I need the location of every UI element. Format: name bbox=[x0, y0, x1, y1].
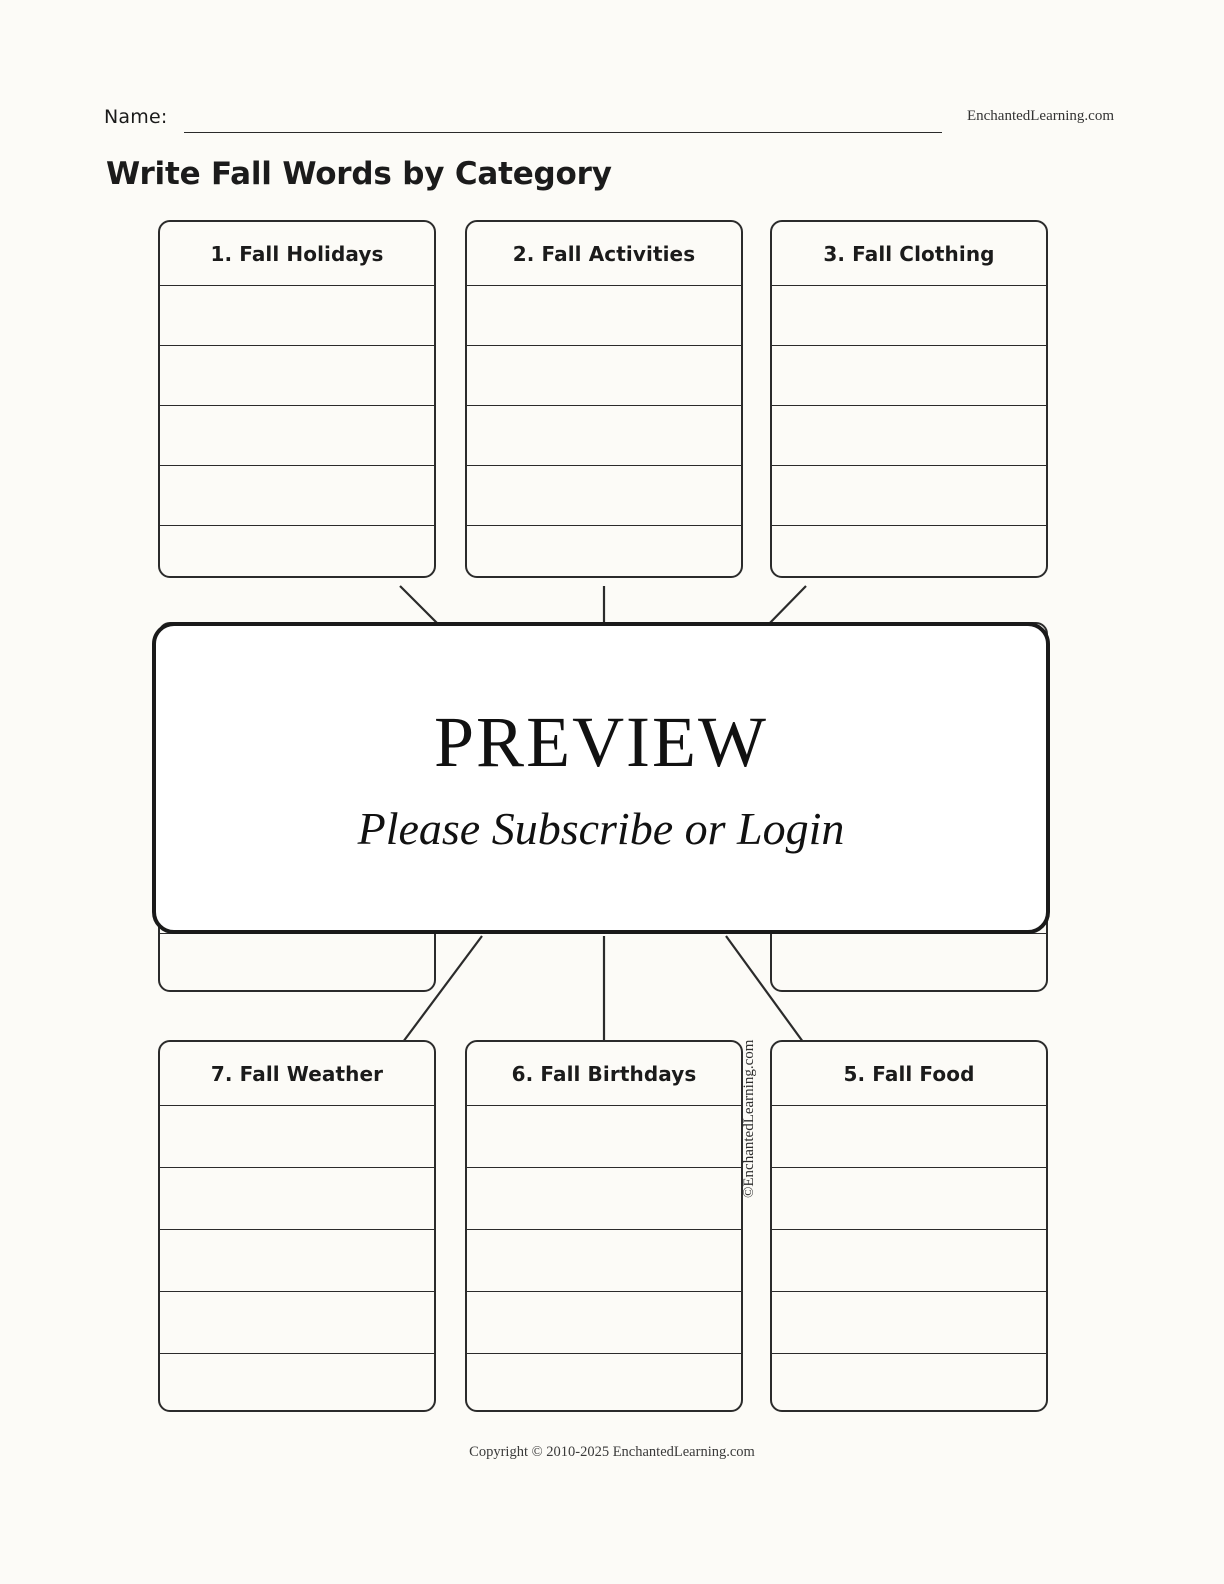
write-line[interactable] bbox=[772, 1168, 1046, 1230]
category-box-fall-birthdays: 6. Fall Birthdays bbox=[465, 1040, 743, 1412]
category-title-fall-clothing: 3. Fall Clothing bbox=[772, 222, 1046, 286]
category-title-fall-food: 5. Fall Food bbox=[772, 1042, 1046, 1106]
preview-subscribe-prompt[interactable]: Please Subscribe or Login bbox=[358, 802, 845, 855]
write-line[interactable] bbox=[772, 934, 1046, 990]
write-line[interactable] bbox=[772, 406, 1046, 466]
category-title-fall-activities: 2. Fall Activities bbox=[467, 222, 741, 286]
preview-title: PREVIEW bbox=[434, 702, 768, 782]
write-line[interactable] bbox=[467, 466, 741, 526]
write-line[interactable] bbox=[160, 286, 434, 346]
write-line[interactable] bbox=[772, 286, 1046, 346]
category-box-fall-activities: 2. Fall Activities bbox=[465, 220, 743, 578]
write-line[interactable] bbox=[772, 466, 1046, 526]
write-line[interactable] bbox=[467, 526, 741, 576]
write-line[interactable] bbox=[772, 1292, 1046, 1354]
write-line[interactable] bbox=[772, 1354, 1046, 1410]
write-line[interactable] bbox=[467, 346, 741, 406]
category-title-fall-birthdays: 6. Fall Birthdays bbox=[467, 1042, 741, 1106]
write-line[interactable] bbox=[772, 1106, 1046, 1168]
write-line[interactable] bbox=[160, 406, 434, 466]
write-line[interactable] bbox=[160, 1292, 434, 1354]
write-line[interactable] bbox=[160, 1168, 434, 1230]
write-line[interactable] bbox=[467, 286, 741, 346]
category-box-fall-clothing: 3. Fall Clothing bbox=[770, 220, 1048, 578]
write-line[interactable] bbox=[160, 934, 434, 990]
category-title-fall-holidays: 1. Fall Holidays bbox=[160, 222, 434, 286]
worksheet-page: Name: EnchantedLearning.com Write Fall W… bbox=[0, 0, 1224, 1584]
write-line[interactable] bbox=[467, 406, 741, 466]
category-box-fall-weather: 7. Fall Weather bbox=[158, 1040, 436, 1412]
write-line[interactable] bbox=[160, 1106, 434, 1168]
category-box-fall-holidays: 1. Fall Holidays bbox=[158, 220, 436, 578]
side-watermark: ©EnchantedLearning.com bbox=[741, 1039, 757, 1198]
write-line[interactable] bbox=[160, 1230, 434, 1292]
write-line[interactable] bbox=[772, 526, 1046, 576]
category-box-fall-food: 5. Fall Food bbox=[770, 1040, 1048, 1412]
write-line[interactable] bbox=[160, 526, 434, 576]
write-line[interactable] bbox=[467, 1168, 741, 1230]
write-line[interactable] bbox=[160, 1354, 434, 1410]
category-title-fall-weather: 7. Fall Weather bbox=[160, 1042, 434, 1106]
write-line[interactable] bbox=[467, 1292, 741, 1354]
write-line[interactable] bbox=[160, 346, 434, 406]
write-line[interactable] bbox=[772, 346, 1046, 406]
write-line[interactable] bbox=[467, 1230, 741, 1292]
write-line[interactable] bbox=[467, 1106, 741, 1168]
preview-overlay: PREVIEW Please Subscribe or Login bbox=[152, 622, 1050, 934]
write-line[interactable] bbox=[772, 1230, 1046, 1292]
write-line[interactable] bbox=[160, 466, 434, 526]
write-line[interactable] bbox=[467, 1354, 741, 1410]
